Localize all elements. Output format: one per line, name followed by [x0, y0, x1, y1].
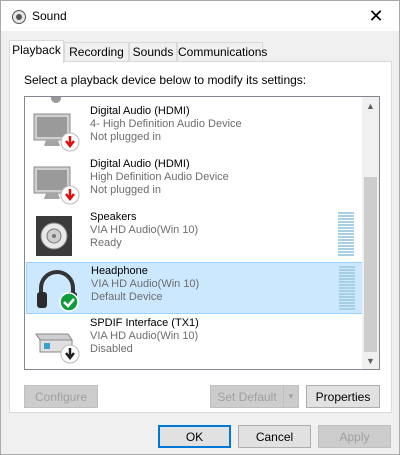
ok-label: OK: [185, 429, 204, 444]
device-text: Headphone VIA HD Audio(Win 10) Default D…: [91, 265, 199, 304]
spdif-icon: [35, 333, 80, 364]
device-name: Headphone: [91, 265, 148, 277]
volume-meter: [338, 212, 354, 258]
set-default-dropdown[interactable]: ▼: [283, 385, 299, 408]
monitor-icon: [33, 166, 80, 205]
device-text: Digital Audio (HDMI) High Definition Aud…: [90, 158, 229, 197]
device-driver: VIA HD Audio(Win 10): [90, 224, 199, 236]
volume-meter: [339, 266, 355, 312]
speaker-title-icon: [12, 10, 26, 24]
playback-panel: Select a playback device below to modify…: [9, 61, 392, 413]
device-text: SPDIF Interface (TX1) VIA HD Audio(Win 1…: [90, 317, 199, 356]
vertical-scrollbar[interactable]: ▲ ▼: [362, 97, 379, 369]
apply-button[interactable]: Apply: [318, 425, 391, 448]
properties-label: Properties: [315, 389, 371, 404]
list-item[interactable]: Digital Audio (HDMI) 4- High Definition …: [26, 103, 363, 155]
device-text: Speakers VIA HD Audio(Win 10) Ready: [90, 211, 198, 250]
tab-playback[interactable]: Playback: [9, 40, 64, 63]
tab-communications[interactable]: Communications: [177, 42, 267, 62]
apply-label: Apply: [339, 429, 370, 444]
device-list[interactable]: Digital Audio (HDMI) 4- High Definition …: [24, 96, 380, 370]
device-status: Not plugged in: [90, 184, 161, 196]
device-driver: High Definition Audio Device: [90, 171, 229, 183]
device-status: Ready: [90, 237, 122, 249]
tab-communications-label: Communications: [178, 45, 268, 59]
device-driver: VIA HD Audio(Win 10): [90, 330, 199, 342]
chevron-down-icon: ▼: [287, 392, 295, 401]
scroll-thumb[interactable]: [364, 177, 377, 352]
close-button[interactable]: ✕: [353, 1, 399, 31]
set-default-label: Set Default: [217, 389, 277, 404]
tab-recording[interactable]: Recording: [64, 42, 129, 62]
list-item-selected[interactable]: Headphone VIA HD Audio(Win 10) Default D…: [26, 262, 363, 314]
set-default-button[interactable]: Set Default: [210, 385, 284, 408]
title-bar: Sound ✕: [1, 1, 399, 31]
properties-button[interactable]: Properties: [306, 385, 380, 408]
monitor-icon: [33, 113, 80, 152]
scroll-up-icon[interactable]: ▲: [362, 97, 379, 114]
configure-button[interactable]: Configure: [24, 385, 98, 408]
speaker-icon: [36, 216, 72, 256]
tab-sounds[interactable]: Sounds: [129, 42, 177, 62]
cancel-button[interactable]: Cancel: [238, 425, 311, 448]
tab-playback-label: Playback: [12, 43, 61, 57]
scroll-down-icon[interactable]: ▼: [362, 352, 379, 369]
device-text: Digital Audio (HDMI) 4- High Definition …: [90, 105, 242, 144]
device-status: Not plugged in: [90, 131, 161, 143]
list-item[interactable]: SPDIF Interface (TX1) VIA HD Audio(Win 1…: [26, 315, 363, 367]
tab-sounds-label: Sounds: [132, 45, 174, 59]
window-title: Sound: [32, 9, 67, 23]
device-driver: VIA HD Audio(Win 10): [91, 278, 200, 290]
device-name: Digital Audio (HDMI): [90, 158, 190, 170]
cancel-label: Cancel: [255, 429, 294, 444]
device-name: Digital Audio (HDMI): [90, 105, 190, 117]
headphone-icon: [37, 270, 79, 312]
sound-dialog: Sound ✕ Playback Recording Sounds Commun…: [0, 0, 400, 455]
device-name: SPDIF Interface (TX1): [90, 317, 199, 329]
device-status: Disabled: [90, 343, 133, 355]
ok-button[interactable]: OK: [158, 425, 231, 448]
instruction-text: Select a playback device below to modify…: [24, 73, 307, 87]
device-name: Speakers: [90, 211, 137, 223]
device-status: Default Device: [91, 291, 163, 303]
configure-label: Configure: [34, 389, 88, 404]
device-driver: 4- High Definition Audio Device: [90, 118, 242, 130]
list-item[interactable]: Speakers VIA HD Audio(Win 10) Ready: [26, 209, 363, 261]
tab-recording-label: Recording: [69, 45, 124, 59]
list-item[interactable]: Digital Audio (HDMI) High Definition Aud…: [26, 156, 363, 208]
